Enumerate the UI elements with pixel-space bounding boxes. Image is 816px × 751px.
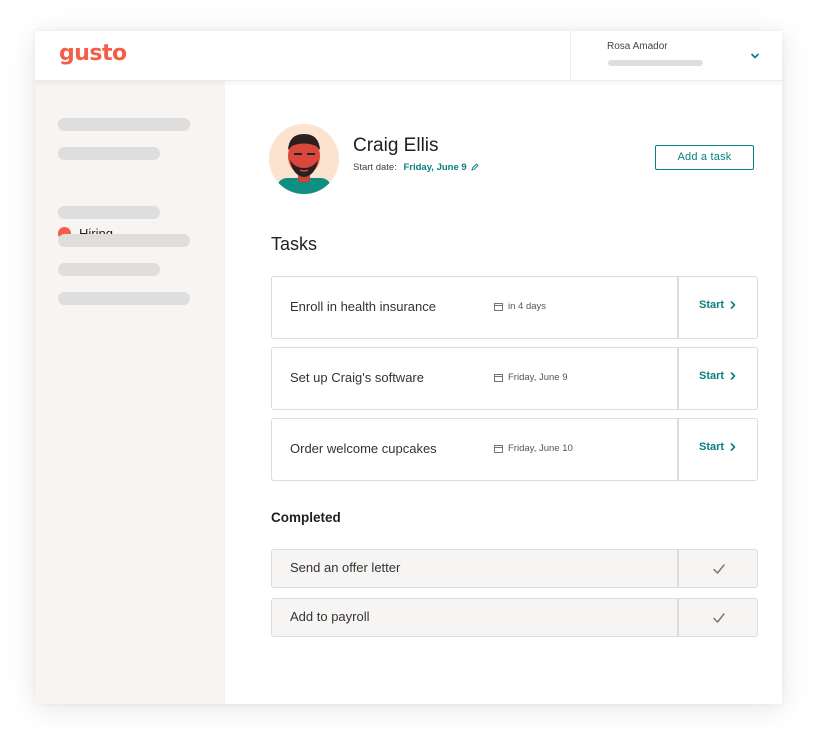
completed-task-row[interactable]: Send an offer letter: [271, 549, 758, 588]
task-card[interactable]: Enroll in health insurance in 4 days Sta…: [271, 276, 758, 339]
divider: [677, 348, 679, 409]
task-start-label: Start: [699, 370, 725, 382]
divider: [677, 419, 679, 480]
task-title: Set up Craig's software: [290, 370, 424, 385]
employee-name: Craig Ellis: [353, 135, 439, 156]
divider: [677, 599, 679, 636]
task-start-button[interactable]: Start: [699, 370, 737, 382]
task-title: Order welcome cupcakes: [290, 441, 437, 456]
chevron-right-icon: [730, 443, 736, 451]
user-menu[interactable]: Rosa Amador: [570, 31, 782, 80]
task-card[interactable]: Order welcome cupcakes Friday, June 10 S…: [271, 418, 758, 481]
gusto-logo[interactable]: gusto: [59, 41, 127, 66]
task-title: Enroll in health insurance: [290, 299, 436, 314]
task-due-text: in 4 days: [508, 301, 547, 312]
chevron-right-icon: [730, 372, 736, 380]
divider: [677, 277, 679, 338]
sidebar-item-placeholder[interactable]: [58, 206, 160, 219]
task-start-button[interactable]: Start: [699, 441, 737, 453]
add-task-button[interactable]: Add a task: [655, 145, 754, 170]
sidebar-item-placeholder[interactable]: [58, 147, 160, 160]
app-window: gusto Rosa Amador Hiring Craig Ellis Sta…: [35, 31, 782, 704]
top-bar: gusto Rosa Amador: [35, 31, 782, 81]
calendar-icon: [494, 445, 503, 453]
divider: [677, 550, 679, 587]
calendar-icon: [494, 374, 503, 382]
sidebar-item-placeholder[interactable]: [58, 234, 190, 247]
task-start-button[interactable]: Start: [699, 299, 737, 311]
task-due: Friday, June 9: [494, 372, 568, 383]
sidebar-item-placeholder[interactable]: [58, 292, 190, 305]
start-date-value[interactable]: Friday, June 9: [403, 162, 466, 173]
tasks-heading: Tasks: [271, 234, 318, 254]
check-icon: [713, 613, 725, 623]
completed-heading: Completed: [271, 510, 341, 525]
sidebar-item-placeholder[interactable]: [58, 263, 160, 276]
task-start-label: Start: [699, 299, 725, 311]
calendar-icon: [494, 303, 503, 311]
avatar: [269, 124, 339, 194]
start-date-row: Start date: Friday, June 9: [353, 162, 479, 173]
task-card[interactable]: Set up Craig's software Friday, June 9 S…: [271, 347, 758, 410]
pencil-icon[interactable]: [471, 163, 479, 171]
sidebar: Hiring: [35, 80, 225, 704]
completed-task-title: Add to payroll: [290, 609, 370, 624]
task-due-text: Friday, June 10: [508, 443, 573, 454]
sidebar-item-placeholder[interactable]: [58, 118, 190, 131]
completed-task-row[interactable]: Add to payroll: [271, 598, 758, 637]
task-due: in 4 days: [494, 301, 546, 312]
chevron-right-icon: [730, 301, 736, 309]
start-date-label: Start date:: [353, 162, 397, 173]
user-name: Rosa Amador: [607, 41, 668, 52]
check-icon: [713, 564, 725, 574]
task-start-label: Start: [699, 441, 725, 453]
task-due: Friday, June 10: [494, 443, 573, 454]
task-due-text: Friday, June 9: [508, 372, 568, 383]
user-subtitle-placeholder: [608, 60, 703, 66]
completed-task-title: Send an offer letter: [290, 560, 401, 575]
chevron-down-icon[interactable]: [750, 51, 760, 61]
